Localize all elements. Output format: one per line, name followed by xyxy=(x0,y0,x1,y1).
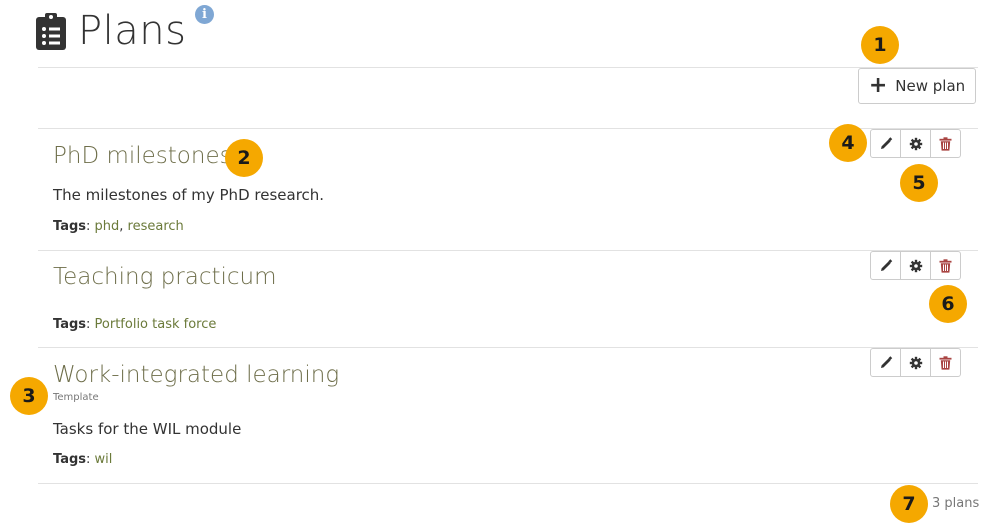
settings-button[interactable] xyxy=(900,348,931,377)
plan-title[interactable]: Teaching practicum xyxy=(53,264,277,290)
delete-button[interactable] xyxy=(930,129,961,158)
callout-6: 6 xyxy=(929,285,967,323)
callout-7: 7 xyxy=(890,485,928,523)
plan-title[interactable]: Work-integrated learning xyxy=(53,362,339,388)
callout-2: 2 xyxy=(225,139,263,177)
new-plan-button[interactable]: + New plan xyxy=(858,68,976,104)
plan-title-link[interactable]: Teaching practicum xyxy=(53,264,277,290)
callout-4: 4 xyxy=(829,124,867,162)
tag-link[interactable]: phd xyxy=(95,219,120,234)
plan-tags: Tags: wil xyxy=(53,452,113,467)
tag-link[interactable]: wil xyxy=(95,452,113,467)
new-plan-label: New plan xyxy=(895,77,966,95)
divider xyxy=(38,67,978,68)
divider xyxy=(38,250,978,251)
plan-description: The milestones of my PhD research. xyxy=(53,186,325,204)
gear-icon xyxy=(909,137,922,150)
divider xyxy=(38,347,978,348)
plans-count: 3 plans xyxy=(932,496,980,511)
plus-icon: + xyxy=(868,73,888,98)
page-header: Plans xyxy=(36,6,186,56)
trash-icon xyxy=(939,136,952,151)
pencil-icon xyxy=(880,258,892,271)
plan-title-link[interactable]: PhD milestones xyxy=(53,143,232,169)
callout-3: 3 xyxy=(10,377,48,415)
plan-tags: Tags: phd, research xyxy=(53,219,184,234)
delete-button[interactable] xyxy=(930,348,961,377)
trash-icon xyxy=(939,355,952,370)
settings-button[interactable] xyxy=(900,251,931,280)
plan-actions xyxy=(870,251,961,280)
clipboard-list-icon xyxy=(36,13,66,50)
tag-link[interactable]: research xyxy=(128,219,184,234)
trash-icon xyxy=(939,258,952,273)
plan-actions xyxy=(870,129,961,158)
gear-icon xyxy=(909,356,922,369)
plan-title-link[interactable]: Work-integrated learning xyxy=(53,362,339,388)
info-icon[interactable]: i xyxy=(195,5,214,24)
edit-button[interactable] xyxy=(870,251,901,280)
page-title: Plans xyxy=(78,8,187,54)
pencil-icon xyxy=(880,355,892,368)
gear-icon xyxy=(909,259,922,272)
callout-5: 5 xyxy=(900,164,938,202)
tags-label: Tags xyxy=(53,219,87,234)
edit-button[interactable] xyxy=(870,348,901,377)
plan-title[interactable]: PhD milestones xyxy=(53,143,232,169)
plan-description: Tasks for the WIL module xyxy=(53,420,242,438)
callout-1: 1 xyxy=(861,26,899,64)
settings-button[interactable] xyxy=(900,129,931,158)
delete-button[interactable] xyxy=(930,251,961,280)
tags-label: Tags xyxy=(53,452,87,467)
tags-label: Tags xyxy=(53,317,87,332)
plan-tags: Tags: Portfolio task force xyxy=(53,317,217,332)
plan-actions xyxy=(870,348,961,377)
template-badge: Template xyxy=(53,392,99,403)
tag-link[interactable]: Portfolio task force xyxy=(95,317,217,332)
divider xyxy=(38,483,978,484)
edit-button[interactable] xyxy=(870,129,901,158)
pencil-icon xyxy=(880,136,892,149)
